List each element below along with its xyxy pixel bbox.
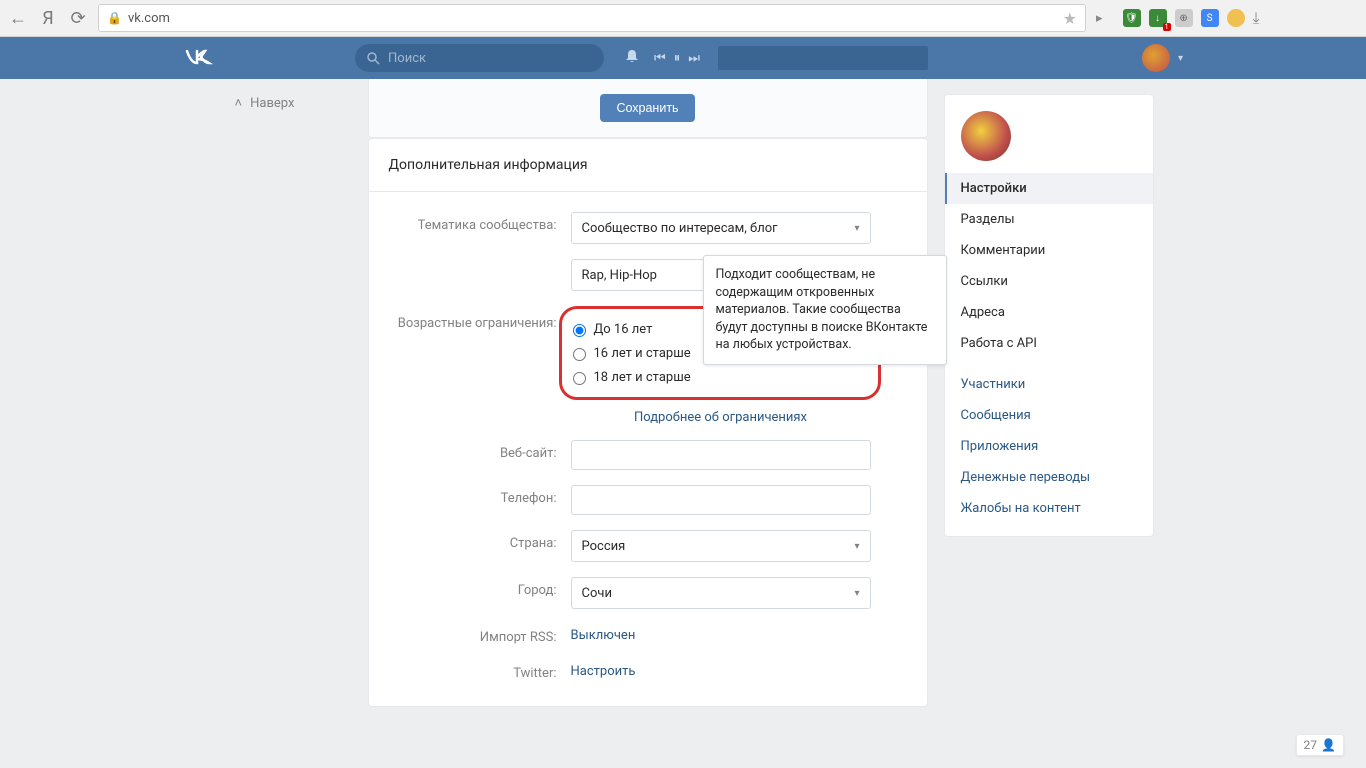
save-button[interactable]: Сохранить <box>600 94 694 122</box>
downloads-button[interactable]: ⤓ <box>1253 8 1260 28</box>
website-label: Веб-сайт: <box>389 440 571 470</box>
topic-sub-value: Rap, Hip-Hop <box>582 268 657 283</box>
age-radio-1[interactable] <box>573 324 586 337</box>
avatar <box>1142 44 1170 72</box>
user-menu[interactable]: ▾ <box>1134 44 1183 72</box>
sidebar-item-reports[interactable]: Жалобы на контент <box>945 493 1153 524</box>
section-title: Дополнительная информация <box>369 139 927 192</box>
globe-icon[interactable]: ⊕ <box>1175 9 1193 27</box>
vk-header: Поиск ⏮ ⏸ ⏭ ▾ <box>0 37 1366 79</box>
country-label: Страна: <box>389 530 571 562</box>
chevron-down-icon: ▾ <box>854 223 859 234</box>
sidebar-item-links[interactable]: Ссылки <box>945 266 1153 297</box>
extensions-area: 🛡 ↓1 ⊕ S ⤓ <box>1123 8 1260 28</box>
player-next-icon[interactable]: ⏭ <box>688 51 700 66</box>
player-pause-icon[interactable]: ⏸ <box>674 51 681 66</box>
person-icon: 👤 <box>1321 738 1336 752</box>
translate-icon[interactable]: S <box>1201 9 1219 27</box>
phone-input[interactable] <box>571 485 871 515</box>
chevron-down-icon: ▾ <box>854 541 859 552</box>
age-option-label: 16 лет и старше <box>594 346 691 361</box>
adblock-icon[interactable]: 🛡 <box>1123 9 1141 27</box>
topic-value: Сообщество по интересам, блог <box>582 221 778 236</box>
bookmark-star-icon[interactable]: ★ <box>1063 9 1077 28</box>
sidebar-item-messages[interactable]: Сообщения <box>945 400 1153 431</box>
browser-toolbar: ← Я ⟳ 🔒 vk.com ★ ▸ 🛡 ↓1 ⊕ S ⤓ <box>0 0 1366 37</box>
rss-value-link[interactable]: Выключен <box>571 624 636 643</box>
egg-icon[interactable] <box>1227 9 1245 27</box>
sidebar-item-api[interactable]: Работа с API <box>945 328 1153 359</box>
scroll-to-top-button[interactable]: ˄ Наверх <box>213 95 368 111</box>
sidebar-item-comments[interactable]: Комментарии <box>945 235 1153 266</box>
age-option-label: 18 лет и старше <box>594 370 691 385</box>
url-bar[interactable]: 🔒 vk.com ★ <box>98 4 1086 32</box>
topic-label: Тематика сообщества: <box>389 212 571 244</box>
player-track[interactable] <box>718 46 928 70</box>
sidebar-item-addresses[interactable]: Адреса <box>945 297 1153 328</box>
url-text: vk.com <box>128 11 170 26</box>
age-option-18-plus[interactable]: 18 лет и старше <box>568 365 866 389</box>
notifications-icon[interactable] <box>624 48 640 68</box>
chevron-down-icon: ▾ <box>1178 53 1183 64</box>
settings-nav: Настройки Разделы Комментарии Ссылки Адр… <box>945 173 1153 524</box>
twitter-value-link[interactable]: Настроить <box>571 660 636 679</box>
sidebar-item-members[interactable]: Участники <box>945 369 1153 400</box>
age-tooltip: Подходит сообществам, не содержащим откр… <box>703 255 947 365</box>
country-value: Россия <box>582 539 626 554</box>
search-icon <box>367 52 380 65</box>
country-select[interactable]: Россия ▾ <box>571 530 871 562</box>
sidebar-item-settings[interactable]: Настройки <box>945 173 1153 204</box>
vk-logo[interactable] <box>183 46 355 71</box>
browser-refresh-button[interactable]: ⟳ <box>68 8 88 29</box>
city-select[interactable]: Сочи ▾ <box>571 577 871 609</box>
scroll-top-label: Наверх <box>250 96 294 111</box>
player-prev-icon[interactable]: ⏮ <box>654 51 666 66</box>
phone-label: Телефон: <box>389 485 571 515</box>
sidebar-item-apps[interactable]: Приложения <box>945 431 1153 462</box>
audio-player: ⏮ ⏸ ⏭ <box>654 46 928 70</box>
chevron-down-icon: ▾ <box>854 588 859 599</box>
chevron-up-icon: ˄ <box>235 95 243 111</box>
search-input[interactable]: Поиск <box>355 44 604 72</box>
city-value: Сочи <box>582 586 612 601</box>
yandex-button[interactable]: Я <box>38 8 58 29</box>
browser-back-button[interactable]: ← <box>8 8 28 29</box>
friends-count: 27 <box>1304 738 1318 752</box>
topic-sub-select[interactable]: Rap, Hip-Hop <box>571 259 713 291</box>
friends-online-badge[interactable]: 27 👤 <box>1296 734 1344 756</box>
age-radio-3[interactable] <box>573 372 586 385</box>
twitter-label: Twitter: <box>389 660 571 681</box>
website-input[interactable] <box>571 440 871 470</box>
sidebar-item-money[interactable]: Денежные переводы <box>945 462 1153 493</box>
lock-icon: 🔒 <box>107 11 122 25</box>
age-label: Возрастные ограничения: <box>389 306 571 425</box>
age-option-label: До 16 лет <box>594 322 653 337</box>
rss-label: Импорт RSS: <box>389 624 571 645</box>
more-about-limits-link[interactable]: Подробнее об ограничениях <box>634 406 807 425</box>
city-label: Город: <box>389 577 571 609</box>
sidebar-item-sections[interactable]: Разделы <box>945 204 1153 235</box>
url-dropdown-icon[interactable]: ▸ <box>1096 11 1103 26</box>
age-radio-2[interactable] <box>573 348 586 361</box>
topic-select[interactable]: Сообщество по интересам, блог ▾ <box>571 212 871 244</box>
download-icon[interactable]: ↓1 <box>1149 9 1167 27</box>
search-placeholder: Поиск <box>388 51 426 66</box>
community-avatar[interactable] <box>961 111 1011 161</box>
